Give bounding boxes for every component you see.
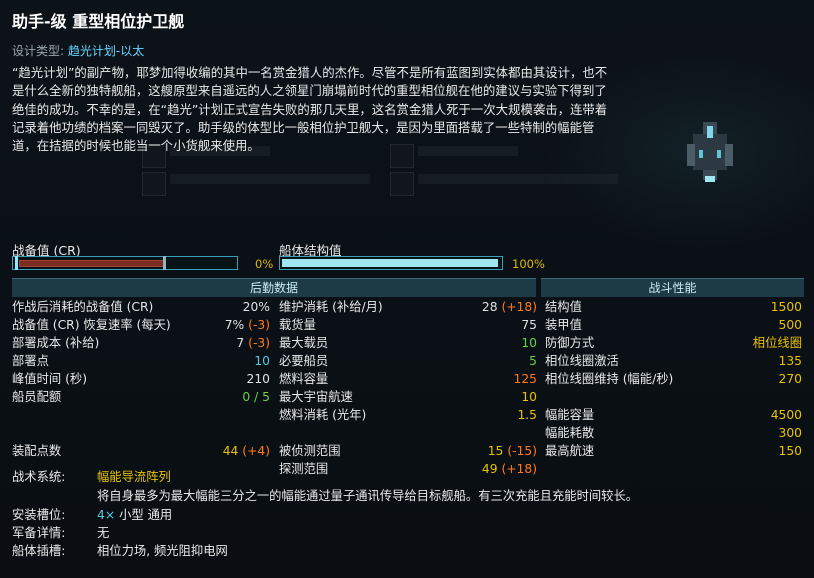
logistics-label: 部署成本 (补给): [12, 336, 100, 350]
logistics-value: 7% (-3): [224, 318, 270, 332]
mounts-value: 4× 小型 通用: [97, 505, 172, 523]
builtin-wings-value: 无: [97, 526, 110, 540]
combat2-row: 幅能容量 4500: [545, 406, 802, 424]
combat2-label: 最高航速: [545, 444, 595, 458]
combat-value: 270: [778, 372, 802, 386]
combat2-value: 4500: [770, 408, 802, 422]
logistics-value: 10: [254, 354, 270, 368]
design-type-value: 趋光计划-以太: [67, 44, 145, 58]
cr-bar: [12, 256, 238, 270]
ship-sprite: [687, 122, 733, 182]
combat2-label: 幅能容量: [545, 408, 595, 422]
officer-slot-icon: [142, 172, 166, 196]
system-label: 战术系统:: [12, 470, 66, 484]
design-type: 设计类型: 趋光计划-以太: [12, 42, 144, 59]
combat-row: 相位线圈维持 (幅能/秒) 270: [545, 370, 802, 388]
logistics-row: 船员配额 0 / 5: [12, 388, 270, 406]
logistics-label: 峰值时间 (秒): [12, 372, 87, 386]
mounts-count: 4×: [97, 508, 116, 522]
design-type-label: 设计类型:: [12, 44, 68, 58]
logistics2-value: 10: [521, 390, 537, 404]
mounts-type: 小型 通用: [119, 508, 173, 522]
logistics-value: 210: [246, 372, 270, 386]
mounts-label: 安装槽位:: [12, 508, 66, 522]
logistics-value: 0 / 5: [242, 390, 270, 404]
combat2-row: 幅能耗散 300: [545, 424, 802, 442]
combat-header: 战斗性能: [541, 278, 804, 297]
ordnance-points-label: 装配点数: [12, 444, 62, 458]
logistics-value: 7 (-3): [236, 336, 270, 350]
hull-value: 100%: [512, 257, 545, 271]
logistics-value: 20%: [242, 300, 270, 314]
ship-title: 助手-级 重型相位护卫舰: [12, 12, 185, 31]
logistics-row: 峰值时间 (秒) 210: [12, 370, 270, 388]
logistics2-row: 载货量 75: [279, 316, 537, 334]
system-description: 将自身最多为最大幅能三分之一的幅能通过量子通讯传导给目标舰船。有三次充能且充能时…: [97, 489, 639, 503]
logistics2-label: 必要船员: [279, 354, 329, 368]
hull-bar: [279, 256, 503, 270]
logistics2-value: 5: [529, 354, 537, 368]
combat-row: 相位线圈激活 135: [545, 352, 802, 370]
combat-value: 1500: [770, 300, 802, 314]
logistics2-row: 燃料消耗 (光年) 1.5: [279, 406, 537, 424]
sensors-value: 15 (-15): [487, 444, 537, 458]
logistics-label: 船员配额: [12, 390, 62, 404]
logistics2-value: 28 (+18): [481, 300, 537, 314]
logistics2-row: 必要船员 5: [279, 352, 537, 370]
logistics2-value: 125: [513, 372, 537, 386]
combat-label: 结构值: [545, 300, 582, 314]
ordnance-points-value: 44 (+4): [222, 444, 270, 458]
combat2-value: 300: [778, 426, 802, 440]
builtin-wings-label: 军备详情:: [12, 526, 66, 540]
combat-label: 相位线圈激活: [545, 354, 619, 368]
logistics2-row: 维护消耗 (补给/月) 28 (+18): [279, 298, 537, 316]
sensors-label: 探测范围: [279, 462, 329, 476]
combat-row: 结构值 1500: [545, 298, 802, 316]
logistics2-label: 维护消耗 (补给/月): [279, 300, 383, 314]
logistics-row: 战备值 (CR) 恢复速率 (每天) 7% (-3): [12, 316, 270, 334]
ship-description: “趋光计划”的副产物，耶梦加得收编的其中一名赏金猎人的杰作。尽管不是所有蓝图到实…: [12, 65, 608, 154]
combat-label: 相位线圈维持 (幅能/秒): [545, 372, 674, 386]
sensors-label: 被侦测范围: [279, 444, 341, 458]
logistics2-label: 燃料容量: [279, 372, 329, 386]
hullmods-value: 相位力场, 频光阻抑电网: [97, 544, 228, 558]
combat2-value: 150: [778, 444, 802, 458]
combat-row: 防御方式 相位线圈: [545, 334, 802, 352]
combat-value: 相位线圈: [752, 336, 802, 350]
hullmods-label: 船体插槽:: [12, 544, 66, 558]
system-name: 幅能导流阵列: [97, 470, 171, 484]
cr-value: 0%: [255, 257, 274, 271]
logistics2-value: 1.5: [517, 408, 537, 422]
logistics2-row: 最大宇宙航速 10: [279, 388, 537, 406]
logistics2-value: 10: [521, 336, 537, 350]
logistics-row: 作战后消耗的战备值 (CR) 20%: [12, 298, 270, 316]
officer-slot-icon: [390, 172, 414, 196]
logistics-row: 部署成本 (补给) 7 (-3): [12, 334, 270, 352]
combat-row: 装甲值 500: [545, 316, 802, 334]
logistics2-label: 载货量: [279, 318, 316, 332]
sensors-row: 探测范围 49 (+18): [279, 460, 537, 478]
combat-label: 装甲值: [545, 318, 582, 332]
logistics2-label: 最大宇宙航速: [279, 390, 353, 404]
combat-label: 防御方式: [545, 336, 595, 350]
sensors-value: 49 (+18): [481, 462, 537, 476]
sensors-row: 被侦测范围 15 (-15): [279, 442, 537, 460]
logistics-label: 部署点: [12, 354, 49, 368]
logistics2-label: 最大载员: [279, 336, 329, 350]
hull-bar-fill: [282, 259, 498, 267]
logistics2-value: 75: [521, 318, 537, 332]
logistics-label: 战备值 (CR) 恢复速率 (每天): [12, 318, 171, 332]
logistics2-row: 最大载员 10: [279, 334, 537, 352]
logistics-row: 部署点 10: [12, 352, 270, 370]
logistics2-row: 燃料容量 125: [279, 370, 537, 388]
logistics2-label: 燃料消耗 (光年): [279, 408, 367, 422]
combat2-row: 最高航速 150: [545, 442, 802, 460]
combat2-label: 幅能耗散: [545, 426, 595, 440]
combat-value: 135: [778, 354, 802, 368]
logistics-label: 作战后消耗的战备值 (CR): [12, 300, 154, 314]
ordnance-points-row: 装配点数 44 (+4): [12, 442, 270, 460]
combat-value: 500: [778, 318, 802, 332]
logistics-header: 后勤数据: [12, 278, 536, 297]
